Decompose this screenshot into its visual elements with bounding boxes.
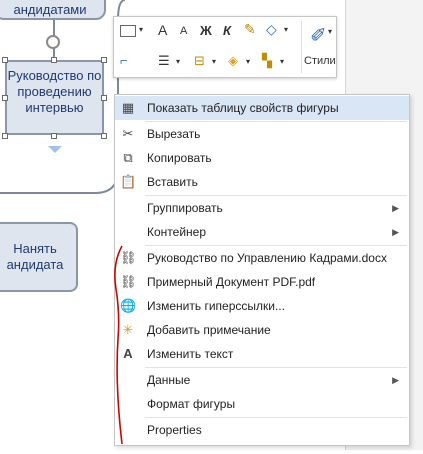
fill-icon[interactable]: ◈ [228, 53, 238, 69]
menu-item-add-comment[interactable]: ✳ Добавить примечание [115, 318, 409, 342]
toolbar-separator [301, 21, 302, 73]
menu-item-format-shape[interactable]: Формат фигуры [115, 392, 409, 416]
submenu-arrow-icon: ▶ [392, 375, 399, 385]
menu-item-group[interactable]: Группировать ▶ [115, 196, 409, 220]
menu-item-cut[interactable]: ✂ Вырезать [115, 122, 409, 146]
shape-interview-guide[interactable]: Руководство по проведению интервью [5, 60, 104, 135]
chevron-down-icon[interactable]: ▾ [284, 25, 288, 34]
shrink-font-button[interactable]: A [180, 25, 187, 37]
grow-font-button[interactable]: A [158, 22, 167, 38]
menu-item-edit-hyperlinks[interactable]: 🌐 Изменить гиперссылки... [115, 294, 409, 318]
text-box-icon[interactable] [120, 25, 136, 37]
chevron-down-icon[interactable]: ▾ [139, 25, 143, 34]
resize-handle[interactable] [2, 95, 8, 101]
align-icon[interactable]: ☰ [158, 53, 170, 69]
resize-handle[interactable] [101, 133, 107, 139]
resize-handle[interactable] [51, 57, 57, 63]
table-icon: ▦ [121, 100, 135, 115]
menu-item-container[interactable]: Контейнер ▶ [115, 220, 409, 244]
shape-change-icon[interactable]: ◇ [266, 21, 277, 38]
copy-icon: ⧉ [123, 150, 133, 165]
mini-toolbar: ▾ A A Ж К ✎ ◇ ▾ ⌐ ☰ ▾ ⊟ ▾ ◈ ▾ ▚ ▾ ✐ ▾ Ст… [113, 16, 337, 78]
position-icon[interactable]: ⊟ [194, 53, 205, 69]
menu-item-hyperlink-pdf[interactable]: ⛓ Примерный Документ PDF.pdf [115, 270, 409, 294]
resize-handle[interactable] [101, 95, 107, 101]
resize-handle[interactable] [2, 57, 8, 63]
resize-handle[interactable] [2, 133, 8, 139]
resize-handle[interactable] [51, 133, 57, 139]
menu-item-hyperlink-docx[interactable]: ⛓ Руководство по Управлению Кадрами.docx [115, 246, 409, 270]
quick-connect-arrow-icon[interactable] [48, 146, 62, 153]
shape-hire-candidate[interactable]: Нанять андидата [0, 222, 78, 292]
chevron-down-icon[interactable]: ▾ [176, 57, 180, 66]
menu-item-data[interactable]: Данные ▶ [115, 368, 409, 392]
submenu-arrow-icon: ▶ [392, 227, 399, 237]
connector-tool-icon[interactable]: ⌐ [120, 53, 128, 68]
context-menu: ▦ Показать таблицу свойств фигуры ✂ Выре… [114, 94, 410, 446]
format-painter-icon[interactable]: ✎ [244, 21, 256, 38]
menu-item-edit-text[interactable]: A Изменить текст [115, 342, 409, 366]
menu-item-show-shape-data[interactable]: ▦ Показать таблицу свойств фигуры [115, 96, 409, 120]
paste-icon: 📋 [120, 174, 137, 189]
italic-button[interactable]: К [223, 23, 231, 38]
scissors-icon: ✂ [122, 126, 134, 141]
menu-item-copy[interactable]: ⧉ Копировать [115, 146, 409, 170]
resize-handle[interactable] [101, 57, 107, 63]
line-icon[interactable]: ▚ [262, 53, 272, 69]
chevron-down-icon[interactable]: ▾ [246, 57, 250, 66]
styles-icon[interactable]: ✐ [310, 23, 327, 48]
submenu-arrow-icon: ▶ [392, 203, 399, 213]
chevron-down-icon[interactable]: ▾ [328, 27, 332, 36]
chevron-down-icon[interactable]: ▾ [212, 57, 216, 66]
shape-label: Руководство по проведению интервью [7, 68, 102, 115]
styles-button[interactable]: Стили [304, 55, 336, 67]
shape-label: Нанять андидата [6, 241, 64, 272]
chevron-down-icon[interactable]: ▾ [280, 57, 284, 66]
bold-button[interactable]: Ж [200, 23, 212, 38]
menu-item-paste[interactable]: 📋 Вставить [115, 170, 409, 194]
red-annotation-mark [114, 245, 123, 445]
menu-item-properties[interactable]: Properties [115, 418, 409, 442]
